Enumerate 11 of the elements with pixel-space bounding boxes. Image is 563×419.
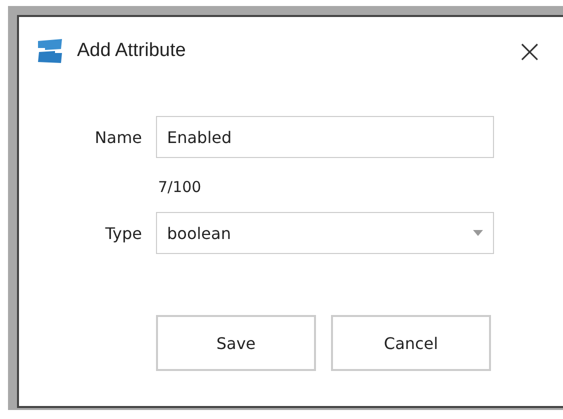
app-icon xyxy=(35,38,65,64)
type-label: Type xyxy=(104,224,143,242)
close-button[interactable]: × xyxy=(508,35,551,67)
name-label: Name xyxy=(94,128,143,146)
cancel-button[interactable]: Cancel xyxy=(331,315,491,371)
save-button[interactable]: Save xyxy=(156,315,316,371)
character-counter: 7/100 xyxy=(157,177,202,198)
name-field[interactable]: Enabled xyxy=(156,116,494,158)
type-dropdown[interactable]: boolean xyxy=(156,212,494,254)
caret-icon xyxy=(473,230,483,236)
window-title: Add Attribute xyxy=(77,40,186,62)
